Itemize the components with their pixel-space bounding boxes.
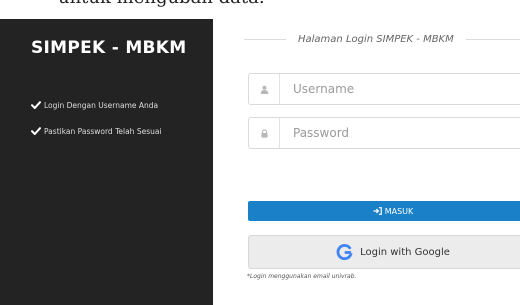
truncated-top-text: untuk mengubah data. — [58, 0, 318, 8]
masuk-label: MASUK — [384, 206, 414, 216]
login-heading-text: Halaman Login SIMPEK - MBKM — [298, 33, 454, 45]
password-field — [248, 117, 520, 149]
masuk-button[interactable]: MASUK — [248, 201, 520, 221]
login-note: *Login menggunakan email univrab. — [247, 273, 357, 280]
user-icon — [260, 85, 268, 94]
tip-item-password: Pastikan Password Telah Sesuai — [31, 118, 162, 144]
login-page: untuk mengubah data. SIMPEK - MBKM Login… — [0, 0, 520, 305]
username-input[interactable] — [280, 74, 520, 104]
tip-item-username: Login Dengan Username Anda — [31, 92, 162, 118]
username-addon — [249, 74, 280, 104]
sign-in-icon — [373, 207, 382, 215]
tips-list: Login Dengan Username Anda Pastikan Pass… — [31, 92, 162, 144]
google-login-label: Login with Google — [360, 246, 450, 258]
login-heading: Halaman Login SIMPEK - MBKM — [244, 31, 520, 47]
password-addon — [249, 118, 280, 148]
heading-divider-right — [465, 38, 520, 40]
lock-icon — [260, 128, 268, 138]
google-login-button[interactable]: Login with Google — [248, 235, 520, 269]
app-title: SIMPEK - MBKM — [31, 38, 187, 58]
username-field — [248, 73, 520, 105]
check-icon — [31, 101, 41, 109]
tip-label: Pastikan Password Telah Sesuai — [44, 126, 162, 136]
heading-divider-left — [244, 38, 286, 40]
check-icon — [31, 127, 41, 135]
login-form-panel: Halaman Login SIMPEK - MBKM Username MAS… — [213, 19, 520, 305]
password-input[interactable] — [280, 118, 520, 148]
google-icon — [336, 243, 353, 260]
sidebar-panel: SIMPEK - MBKM Login Dengan Username Anda… — [0, 19, 213, 305]
tip-label: Login Dengan Username Anda — [44, 100, 159, 110]
